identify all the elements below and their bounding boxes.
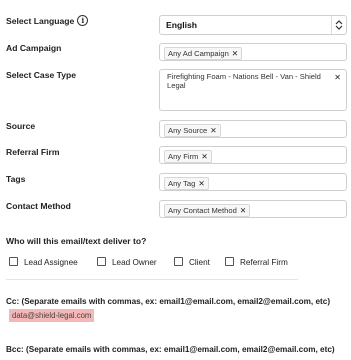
info-icon[interactable]: i — [77, 15, 89, 27]
close-icon[interactable]: ✕ — [198, 179, 204, 188]
source-tag-text: Any Source — [168, 126, 208, 135]
contact-method-tag: Any Contact Method ✕ — [164, 204, 251, 217]
language-select-value: English — [166, 20, 198, 30]
checkbox-icon[interactable] — [174, 257, 183, 267]
select-case-type-label: Select Case Type — [6, 70, 77, 80]
checkbox-lead-owner[interactable]: Lead Owner — [97, 257, 157, 267]
ad-campaign-tag-text: Any Ad Campaign — [168, 49, 229, 58]
checkbox-label: Lead Owner — [112, 258, 157, 267]
contact-method-tag-text: Any Contact Method — [168, 206, 237, 215]
close-icon[interactable]: ✕ — [334, 73, 341, 82]
tags-label: Tags — [6, 174, 26, 184]
language-select[interactable]: English — [159, 15, 347, 35]
contact-method-field[interactable]: Any Contact Method ✕ — [159, 200, 347, 218]
cc-label: Cc: (Separate emails with commas, ex: em… — [6, 297, 331, 306]
referral-firm-tag: Any Firm ✕ — [164, 150, 212, 163]
select-language-text: Select Language — [6, 16, 75, 26]
checkbox-client[interactable]: Client — [174, 257, 210, 267]
referral-firm-field[interactable]: Any Firm ✕ — [159, 146, 347, 164]
checkbox-icon[interactable] — [225, 257, 234, 267]
close-icon[interactable]: ✕ — [210, 126, 216, 135]
referral-firm-label: Referral Firm — [6, 147, 60, 157]
cc-email-chip[interactable]: data@shield-legal.com — [9, 309, 95, 322]
select-language-label: Select Language i — [6, 15, 89, 27]
checkbox-label: Client — [189, 258, 210, 267]
checkbox-label: Referral Firm — [240, 258, 288, 267]
case-type-field[interactable]: Firefighting Foam - Nations Bell - Van -… — [159, 69, 347, 111]
contact-method-label: Contact Method — [6, 201, 71, 211]
checkbox-label: Lead Assignee — [24, 258, 78, 267]
close-icon[interactable]: ✕ — [201, 152, 207, 161]
up-down-arrows-icon[interactable] — [331, 16, 346, 34]
tags-tag-text: Any Tag — [168, 179, 196, 188]
delivery-question: Who will this email/text deliver to? — [6, 236, 147, 246]
checkbox-lead-assignee[interactable]: Lead Assignee — [9, 257, 78, 267]
ad-campaign-label: Ad Campaign — [6, 43, 62, 53]
checkbox-referral-firm[interactable]: Referral Firm — [225, 257, 288, 267]
source-label: Source — [6, 121, 36, 131]
ad-campaign-tag: Any Ad Campaign ✕ — [164, 47, 243, 60]
referral-firm-tag-text: Any Firm — [168, 152, 199, 161]
ad-campaign-field[interactable]: Any Ad Campaign ✕ — [159, 43, 347, 61]
tags-field[interactable]: Any Tag ✕ — [159, 173, 347, 191]
divider — [6, 279, 298, 280]
bcc-label: Bcc: (Separate emails with commas, ex: e… — [6, 345, 335, 354]
source-tag: Any Source ✕ — [164, 124, 221, 137]
checkbox-icon[interactable] — [97, 257, 106, 267]
close-icon[interactable]: ✕ — [232, 49, 238, 58]
close-icon[interactable]: ✕ — [240, 206, 246, 215]
case-type-tag: Firefighting Foam - Nations Bell - Van -… — [167, 72, 321, 90]
tags-tag: Any Tag ✕ — [164, 177, 209, 190]
checkbox-icon[interactable] — [9, 257, 18, 267]
source-field[interactable]: Any Source ✕ — [159, 120, 347, 138]
